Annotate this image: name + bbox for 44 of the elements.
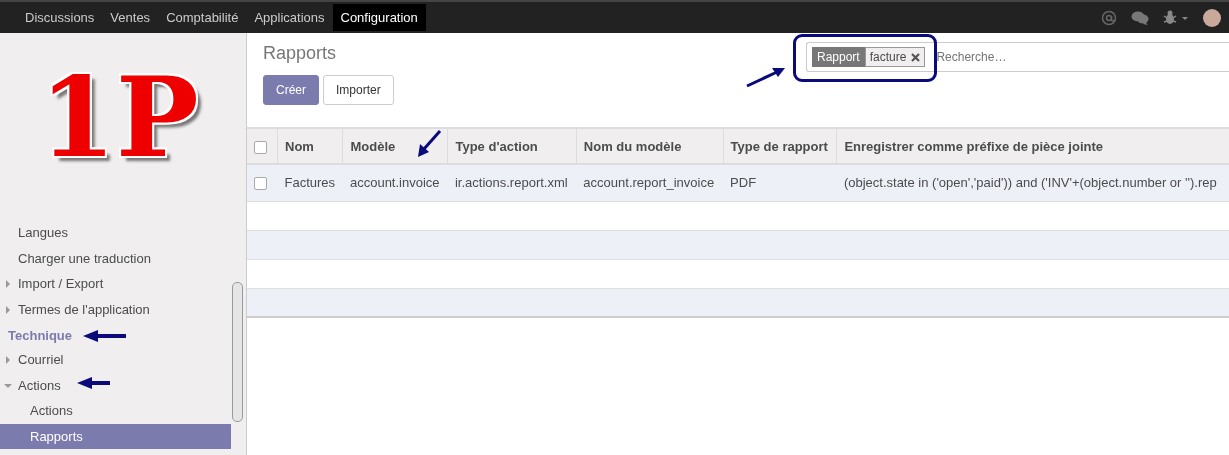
sidebar-item[interactable]: Courriel [0, 347, 231, 373]
annotation-arrow [745, 66, 787, 88]
checkbox[interactable] [254, 177, 267, 191]
mention-icon[interactable] [1101, 9, 1117, 26]
menu-tab[interactable]: Applications [246, 4, 333, 31]
annotation-arrow [76, 376, 112, 390]
caret-right-icon [4, 305, 12, 314]
sidebar-item[interactable]: Termes de l'application [0, 296, 231, 322]
annotation-arrow [82, 329, 128, 343]
scrollbar[interactable] [232, 282, 243, 422]
sidebar-item[interactable]: Charger une traduction [0, 245, 231, 271]
sidebar-item[interactable]: Import / Export [0, 271, 231, 297]
menu-tab[interactable]: Configuration [332, 4, 426, 31]
sidebar-item[interactable]: Actions [0, 372, 231, 398]
facet-value: facture [869, 50, 907, 64]
search-facet[interactable]: facture [864, 47, 926, 67]
sidebar-item[interactable]: Rapports [0, 423, 231, 449]
create-button[interactable]: Créer [263, 75, 319, 105]
table-cell: Factures [277, 164, 343, 201]
caret-down-icon [4, 381, 12, 390]
sidebar-item[interactable]: Langues [0, 220, 231, 246]
menu-tab[interactable]: Ventes [102, 4, 159, 31]
logo: 1P [38, 57, 200, 184]
page-title: Rapports [263, 43, 338, 64]
bug-icon[interactable] [1163, 9, 1189, 26]
caret-right-icon [4, 356, 12, 364]
avatar[interactable] [1203, 8, 1221, 27]
table-cell: account.report_invoice [576, 164, 724, 201]
remove-icon[interactable] [911, 52, 921, 62]
menu-tab[interactable]: Discussions [17, 4, 103, 31]
search-field[interactable]: Rapport facture Recherche… [806, 42, 1229, 72]
annotation-arrow [416, 129, 442, 159]
facet-label: Rapport [812, 47, 865, 67]
caret-right-icon [4, 280, 12, 288]
table-cell: account.invoice [342, 164, 448, 201]
table-cell: PDF [723, 164, 837, 201]
table-cell: ir.actions.report.xml [447, 164, 577, 201]
menu-tab[interactable]: Comptabilité [158, 4, 247, 31]
sidebar-item[interactable]: Actions [0, 398, 231, 424]
chat-icon[interactable] [1131, 10, 1149, 25]
table-cell: (object.state in ('open','paid')) and ('INV'+(object.number or '').rep [836, 164, 1229, 201]
import-button[interactable]: Importer [323, 75, 394, 105]
section-heading: Technique [8, 328, 73, 343]
checkbox[interactable] [254, 140, 267, 154]
